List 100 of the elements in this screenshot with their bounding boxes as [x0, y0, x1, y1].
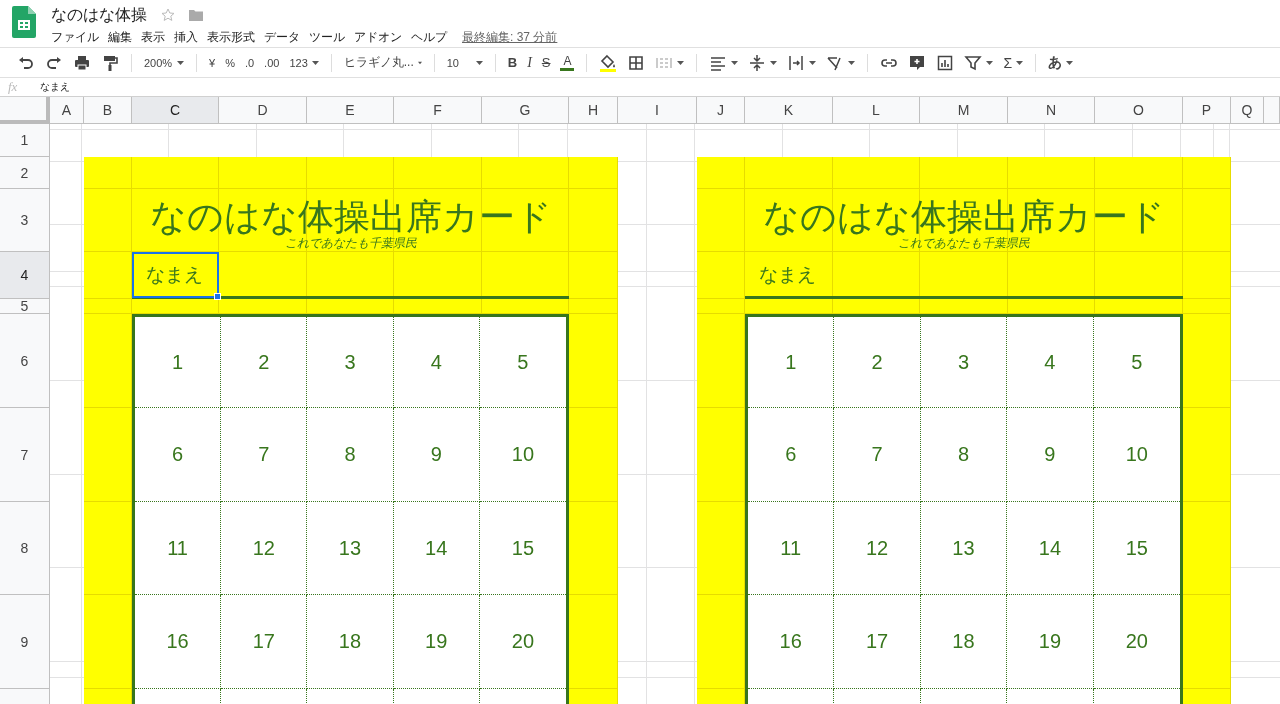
name-label[interactable]: なまえ — [132, 252, 219, 298]
menu-item[interactable]: ツール — [309, 29, 345, 46]
number-cell[interactable]: 11 — [135, 502, 222, 595]
bold-button[interactable]: B — [504, 51, 521, 74]
number-cell[interactable]: 2 — [834, 317, 921, 408]
formula-input[interactable]: なまえ — [30, 80, 70, 94]
column-header[interactable]: P — [1183, 97, 1231, 124]
number-cell[interactable]: 3 — [920, 317, 1008, 408]
row-header[interactable]: 8 — [0, 502, 50, 595]
column-header[interactable]: E — [307, 97, 394, 124]
column-header[interactable]: O — [1095, 97, 1183, 124]
number-cell[interactable]: 9 — [1007, 408, 1094, 502]
number-format-dropdown[interactable]: 123 — [286, 51, 322, 74]
number-cell[interactable]: 12 — [221, 502, 308, 595]
zoom-dropdown[interactable]: 200% — [141, 51, 187, 74]
number-cell[interactable]: 7 — [834, 408, 921, 502]
number-cell[interactable]: 17 — [834, 595, 921, 689]
column-header[interactable]: I — [618, 97, 697, 124]
menu-item[interactable]: 挿入 — [174, 29, 198, 46]
column-header[interactable]: A — [50, 97, 84, 124]
number-cell[interactable]: 3 — [307, 317, 394, 408]
column-header[interactable]: L — [833, 97, 920, 124]
number-cell[interactable]: 14 — [1007, 502, 1094, 595]
number-cell[interactable]: 18 — [307, 595, 394, 689]
number-cell[interactable]: 15 — [479, 502, 566, 595]
menu-item[interactable]: ファイル — [51, 29, 99, 46]
number-cell[interactable]: 4 — [1007, 317, 1094, 408]
column-header[interactable]: N — [1008, 97, 1095, 124]
italic-button[interactable]: I — [524, 51, 535, 74]
name-label[interactable]: なまえ — [745, 252, 833, 298]
menu-item[interactable]: アドオン — [354, 29, 402, 46]
number-cell[interactable]: 20 — [1093, 595, 1180, 689]
row-header[interactable]: 2 — [0, 157, 50, 189]
column-header[interactable]: B — [84, 97, 132, 124]
menu-item[interactable]: 表示形式 — [207, 29, 255, 46]
menu-item[interactable]: データ — [264, 29, 300, 46]
functions-button[interactable]: Σ — [1000, 51, 1027, 74]
font-dropdown[interactable]: ヒラギノ丸... — [340, 51, 425, 74]
caret-icon — [177, 60, 184, 65]
row-header[interactable]: 9 — [0, 595, 50, 689]
number-cell[interactable]: 10 — [479, 408, 566, 502]
row-header[interactable]: 5 — [0, 299, 50, 314]
currency-button[interactable]: ¥ — [206, 51, 219, 74]
number-cell[interactable]: 1 — [748, 317, 835, 408]
number-cell[interactable]: 19 — [1007, 595, 1094, 689]
font-size-dropdown[interactable]: 10 — [443, 51, 486, 74]
row-header[interactable]: 4 — [0, 252, 50, 299]
card-subtitle: これであなたも千葉県民 — [898, 237, 1030, 250]
grid-icon — [627, 53, 646, 72]
number-cell[interactable]: 13 — [920, 502, 1008, 595]
last-edit-link[interactable]: 最終編集: 37 分前 — [462, 29, 558, 46]
row-header[interactable]: 7 — [0, 408, 50, 502]
column-header[interactable]: M — [920, 97, 1008, 124]
number-cell[interactable]: 5 — [1093, 317, 1180, 408]
column-header[interactable]: K — [745, 97, 833, 124]
number-cell[interactable]: 19 — [393, 595, 480, 689]
row-header[interactable]: 3 — [0, 189, 50, 252]
number-cell[interactable]: 16 — [135, 595, 222, 689]
column-header[interactable]: C — [132, 97, 219, 124]
row-header[interactable]: 1 — [0, 124, 50, 157]
number-cell[interactable]: 10 — [1093, 408, 1180, 502]
number-cell[interactable]: 14 — [393, 502, 480, 595]
number-cell[interactable]: 5 — [479, 317, 566, 408]
number-cell[interactable]: 17 — [221, 595, 308, 689]
menu-item[interactable]: 表示 — [141, 29, 165, 46]
number-cell[interactable]: 1 — [135, 317, 222, 408]
number-cell[interactable]: 15 — [1093, 502, 1180, 595]
star-icon[interactable] — [161, 8, 175, 22]
increase-decimal-button[interactable]: .00 — [261, 51, 283, 74]
number-cell[interactable]: 6 — [748, 408, 835, 502]
number-cell[interactable]: 8 — [307, 408, 394, 502]
number-cell[interactable]: 7 — [221, 408, 308, 502]
column-header[interactable]: Q — [1231, 97, 1264, 124]
row-header[interactable]: 6 — [0, 314, 50, 408]
text-color-button[interactable]: A — [557, 50, 578, 75]
number-cell[interactable]: 11 — [748, 502, 835, 595]
number-cell[interactable]: 4 — [393, 317, 480, 408]
column-header[interactable]: H — [569, 97, 618, 124]
sheets-logo[interactable] — [12, 6, 36, 38]
text-wrap-icon — [787, 53, 806, 72]
number-cell[interactable]: 8 — [920, 408, 1008, 502]
number-cell[interactable]: 18 — [920, 595, 1008, 689]
number-cell[interactable]: 6 — [135, 408, 222, 502]
menu-item[interactable]: ヘルプ — [411, 29, 447, 46]
column-header[interactable]: G — [482, 97, 569, 124]
column-header[interactable]: J — [697, 97, 745, 124]
document-title[interactable]: なのはな体操 — [51, 4, 147, 26]
column-header[interactable]: D — [219, 97, 307, 124]
number-cell[interactable]: 9 — [393, 408, 480, 502]
column-header[interactable]: F — [394, 97, 482, 124]
decrease-decimal-button[interactable]: .0 — [241, 51, 258, 74]
number-cell[interactable]: 16 — [748, 595, 835, 689]
menu-item[interactable]: 編集 — [108, 29, 132, 46]
percent-button[interactable]: % — [222, 51, 238, 74]
number-cell[interactable]: 12 — [834, 502, 921, 595]
number-cell[interactable]: 13 — [307, 502, 394, 595]
number-cell[interactable]: 2 — [221, 317, 308, 408]
strikethrough-button[interactable]: S — [538, 51, 554, 74]
number-cell[interactable]: 20 — [479, 595, 566, 689]
input-tools-button[interactable]: あ — [1045, 51, 1077, 74]
